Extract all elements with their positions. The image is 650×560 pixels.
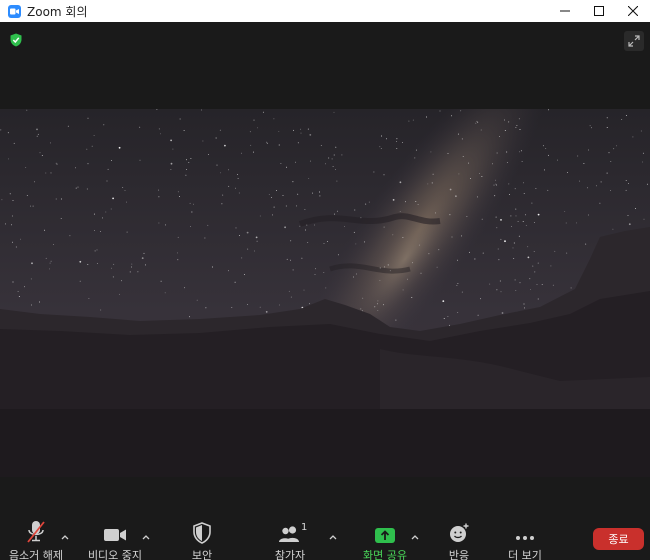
microphone-muted-icon <box>25 520 47 544</box>
security-label: 보안 <box>191 549 213 560</box>
minimize-icon <box>560 10 570 12</box>
expand-icon <box>628 35 640 47</box>
title-bar: Zoom 회의 <box>0 0 650 22</box>
video-options-caret[interactable] <box>141 526 151 540</box>
share-options-caret[interactable] <box>410 526 420 540</box>
unmute-button[interactable]: 음소거 해제 <box>5 520 67 560</box>
audio-options-caret[interactable] <box>60 526 70 540</box>
maximize-icon <box>594 6 604 16</box>
video-feed <box>0 109 650 477</box>
emoji-add-icon <box>448 520 470 544</box>
minimize-button[interactable] <box>548 0 582 22</box>
reactions-button[interactable]: 반응 <box>441 520 477 560</box>
more-label: 더 보기 <box>508 549 542 560</box>
shield-check-icon[interactable] <box>10 33 22 47</box>
share-screen-label: 화면 공유 <box>363 549 407 560</box>
participants-count: 1 <box>301 522 308 533</box>
more-button[interactable]: 더 보기 <box>500 520 550 560</box>
caret-up-icon <box>142 535 150 540</box>
caret-up-icon <box>61 535 69 540</box>
security-button[interactable]: 보안 <box>184 520 220 560</box>
share-screen-arrow-icon <box>374 520 396 544</box>
meeting-area: 음소거 해제 비디오 중지 보안 참가자 1 화면 공유 반응 더 보기 종료 <box>0 22 650 560</box>
window-controls <box>548 0 650 22</box>
participants-label: 참가자 <box>274 549 306 560</box>
caret-up-icon <box>329 535 337 540</box>
zoom-logo-icon <box>8 4 21 18</box>
end-meeting-button[interactable]: 종료 <box>593 528 644 550</box>
participants-options-caret[interactable] <box>328 526 338 540</box>
people-icon <box>278 520 302 544</box>
stop-video-label: 비디오 중지 <box>87 549 143 560</box>
security-shield-icon <box>193 520 211 544</box>
video-camera-icon <box>103 520 127 544</box>
reactions-label: 반응 <box>448 549 470 560</box>
maximize-button[interactable] <box>582 0 616 22</box>
fullscreen-button[interactable] <box>624 31 644 51</box>
close-button[interactable] <box>616 0 650 22</box>
window-title: Zoom 회의 <box>27 4 88 19</box>
meeting-toolbar: 음소거 해제 비디오 중지 보안 참가자 1 화면 공유 반응 더 보기 종료 <box>0 520 650 560</box>
unmute-label: 음소거 해제 <box>8 549 64 560</box>
night-sky-milky-way-image <box>0 109 650 477</box>
share-screen-button[interactable]: 화면 공유 <box>357 520 413 560</box>
close-icon <box>628 6 638 16</box>
stop-video-button[interactable]: 비디오 중지 <box>84 520 146 560</box>
caret-up-icon <box>411 535 419 540</box>
ellipsis-icon <box>514 520 536 544</box>
